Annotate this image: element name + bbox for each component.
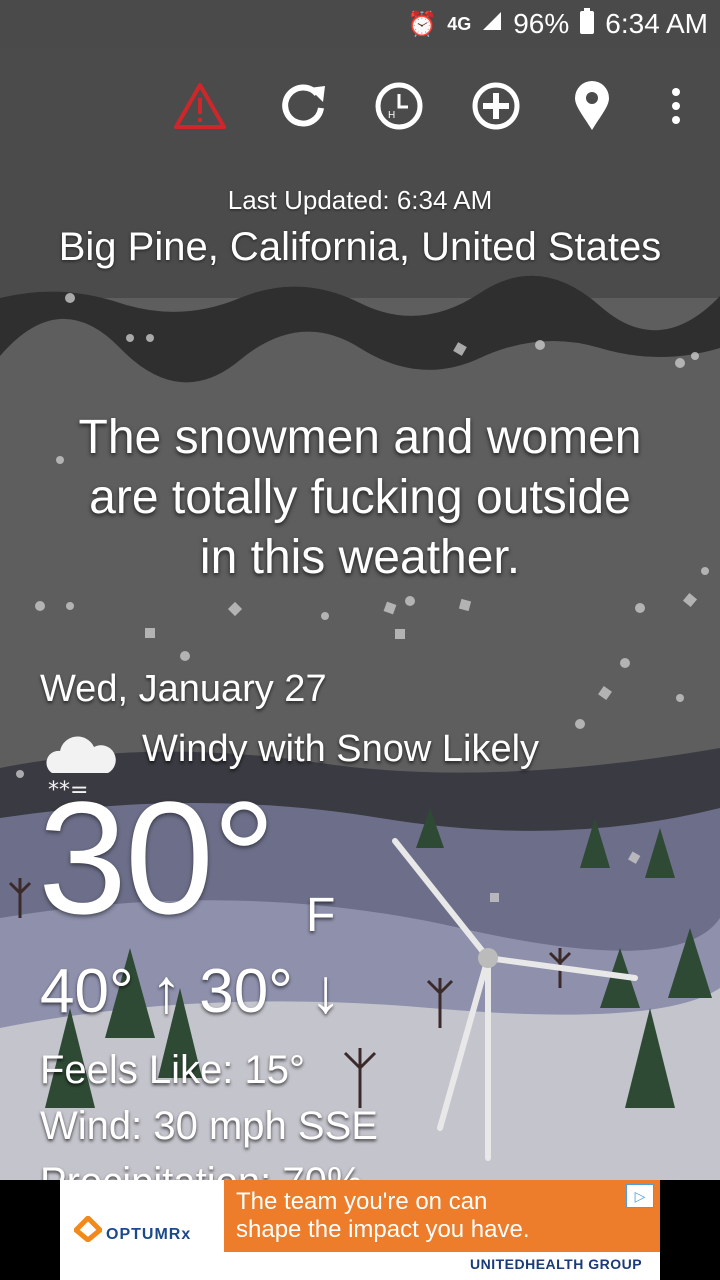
add-location-icon (470, 80, 522, 137)
optum-logo-icon (72, 1214, 104, 1247)
forecast-date: Wed, January 27 (40, 668, 327, 710)
ad-content[interactable]: OPTUMRx The team you're on can shape the… (60, 1180, 660, 1280)
location-button[interactable] (562, 78, 622, 138)
snark-line: The snowmen and women (78, 411, 642, 464)
high-low: 40° ↑ 30° ↓ (40, 957, 342, 1026)
battery-icon (579, 7, 595, 41)
feels-like: Feels Like: 15° (40, 1048, 306, 1092)
alert-button[interactable] (170, 78, 230, 138)
location-name[interactable]: Big Pine, California, United States (0, 225, 720, 270)
more-menu-icon (670, 86, 682, 131)
refresh-button[interactable] (273, 78, 333, 138)
location-pin-icon (572, 80, 612, 137)
more-menu-button[interactable] (646, 78, 706, 138)
signal-icon (481, 10, 503, 39)
temperature-unit[interactable]: F (306, 888, 335, 943)
ad-message-panel: The team you're on can shape the impact … (224, 1180, 660, 1252)
ad-line: shape the impact you have. (236, 1216, 530, 1243)
battery-percent: 96% (513, 8, 570, 39)
refresh-icon (277, 80, 329, 137)
ad-line: The team you're on can (236, 1188, 488, 1215)
last-updated: Last Updated: 6:34 AM (227, 185, 493, 215)
ad-parent-brand: UNITEDHEALTH GROUP (470, 1256, 643, 1272)
wind: Wind: 30 mph SSE (40, 1104, 378, 1148)
ad-choices-icon[interactable]: ▷ (626, 1184, 654, 1208)
toolbar: H (0, 60, 720, 150)
alert-icon (174, 82, 226, 135)
snark-message: The snowmen and women are totally fuckin… (40, 408, 680, 588)
svg-text:H: H (388, 110, 395, 121)
hourly-icon: H (373, 80, 425, 137)
alarm-icon: ⏰ (407, 10, 438, 38)
ad-brand: OPTUMRx (106, 1226, 192, 1243)
clock: 6:34 AM (605, 8, 708, 39)
current-temperature: 30° (38, 768, 276, 947)
condition-text: Windy with Snow Likely (142, 728, 540, 770)
status-bar: ⏰ 4G 96% 6:34 AM (0, 0, 720, 48)
network-indicator: 4G (447, 13, 472, 34)
ad-banner[interactable]: OPTUMRx The team you're on can shape the… (0, 1180, 720, 1280)
snark-line: are totally fucking outside (89, 471, 631, 524)
add-location-button[interactable] (466, 78, 526, 138)
hourly-button[interactable]: H (369, 78, 429, 138)
snark-line: in this weather. (199, 531, 521, 584)
